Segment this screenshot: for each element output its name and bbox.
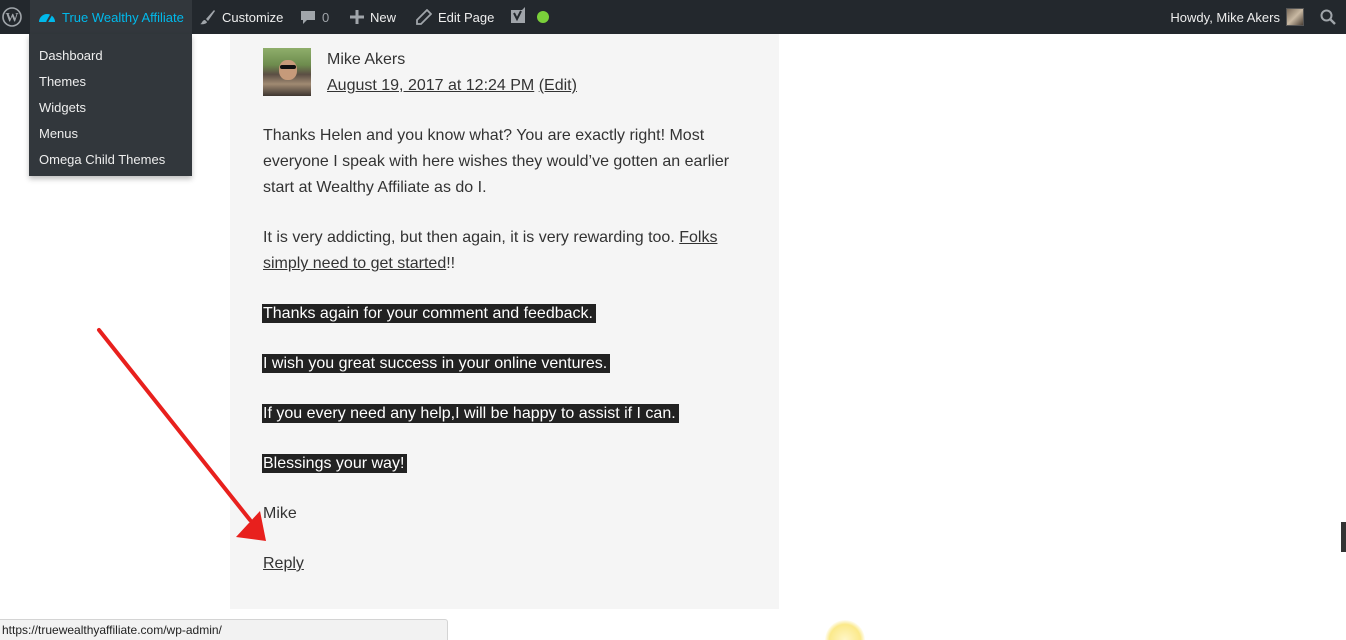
dropdown-item-omega-child-themes[interactable]: Omega Child Themes (29, 146, 192, 172)
customize-link[interactable]: Customize (200, 0, 283, 34)
dropdown-item-menus[interactable]: Menus (29, 120, 192, 146)
svg-text:W: W (6, 10, 19, 25)
dropdown-item-widgets[interactable]: Widgets (29, 94, 192, 120)
comments-link[interactable]: 0 (300, 0, 329, 34)
paragraph-2-end: !! (446, 255, 456, 272)
yoast-seo-menu[interactable] (508, 0, 549, 34)
comment-date-link[interactable]: August 19, 2017 at 12:24 PM (327, 77, 534, 94)
comment-paragraph-2: It is very addicting, but then again, it… (263, 225, 743, 277)
seo-status-dot (537, 11, 549, 23)
new-label: New (370, 9, 397, 25)
comment-author-avatar (263, 48, 311, 96)
my-account-menu[interactable]: Howdy, Mike Akers (1170, 0, 1304, 34)
cursor-highlight (825, 620, 865, 640)
highlighted-text: Blessings your way! (262, 454, 408, 473)
comment-meta: August 19, 2017 at 12:24 PM (Edit) (327, 73, 577, 99)
dropdown-item-themes[interactable]: Themes (29, 68, 192, 94)
paintbrush-icon (200, 9, 216, 25)
search-icon (1320, 9, 1336, 25)
site-name-menu[interactable]: True Wealthy Affiliate (30, 0, 192, 34)
dashboard-gauge-icon (38, 9, 56, 25)
highlighted-text: If you every need any help,I will be hap… (262, 404, 679, 423)
highlighted-text: I wish you great success in your online … (262, 354, 611, 373)
site-name-dropdown: Dashboard Themes Widgets Menus Omega Chi… (29, 34, 192, 176)
paragraph-2-text: It is very addicting, but then again, it… (263, 229, 680, 246)
admin-bar: W True Wealthy Affiliate Customize 0 New… (0, 0, 1346, 34)
plus-icon (350, 10, 364, 24)
howdy-label: Howdy, Mike Akers (1170, 9, 1280, 25)
highlighted-line-1: Thanks again for your comment and feedba… (262, 301, 596, 327)
highlighted-text: Thanks again for your comment and feedba… (262, 304, 596, 323)
browser-status-bar: https://truewealthyaffiliate.com/wp-admi… (0, 619, 448, 640)
pencil-icon (416, 9, 432, 25)
yoast-icon (508, 7, 528, 27)
wordpress-logo-menu[interactable]: W (0, 0, 30, 34)
status-url: https://truewealthyaffiliate.com/wp-admi… (2, 623, 222, 637)
avatar-sunglasses (280, 65, 296, 69)
avatar-face (279, 60, 297, 80)
customize-label: Customize (222, 9, 284, 25)
site-name-label: True Wealthy Affiliate (62, 9, 184, 25)
reply-link[interactable]: Reply (263, 551, 304, 577)
admin-search-button[interactable] (1320, 0, 1336, 34)
wordpress-icon: W (2, 7, 22, 27)
edit-page-label: Edit Page (438, 9, 495, 25)
comment-author-name: Mike Akers (327, 51, 406, 68)
user-avatar-small (1286, 8, 1304, 26)
dropdown-item-dashboard[interactable]: Dashboard (29, 42, 192, 68)
new-content-menu[interactable]: New (350, 0, 396, 34)
highlighted-line-2: I wish you great success in your online … (262, 351, 611, 377)
comment-paragraph-1: Thanks Helen and you know what? You are … (263, 127, 730, 196)
highlighted-line-3: If you every need any help,I will be hap… (262, 401, 679, 427)
comment-bubble-icon (300, 9, 316, 25)
edit-page-link[interactable]: Edit Page (416, 0, 494, 34)
comment-edit-link[interactable]: (Edit) (539, 77, 577, 94)
comment-signature: Mike (263, 505, 297, 522)
highlighted-line-4: Blessings your way! (262, 451, 408, 477)
scrollbar-thumb[interactable] (1341, 522, 1346, 552)
comments-count: 0 (322, 9, 330, 25)
